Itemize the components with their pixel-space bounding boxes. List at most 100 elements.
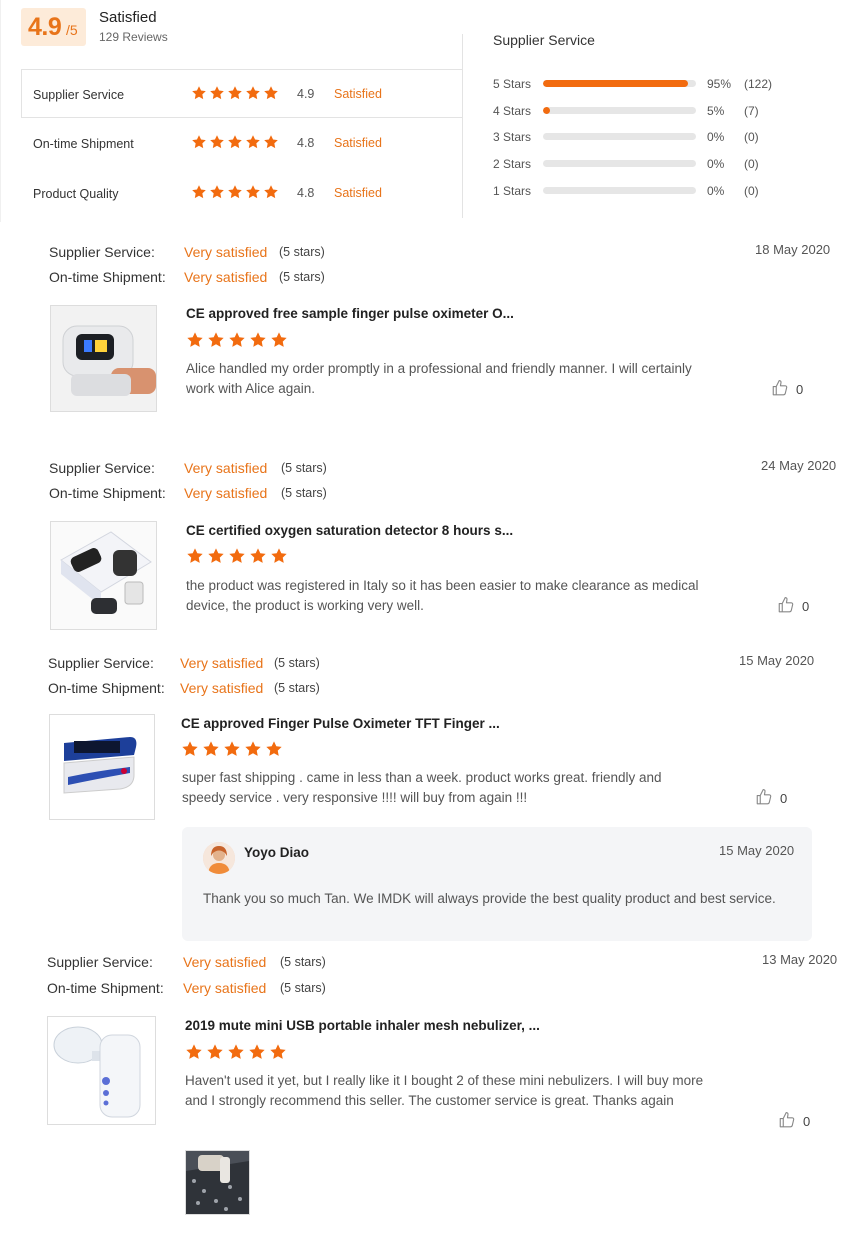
bar-label: 1 Stars [493, 184, 532, 198]
distribution-bar [543, 187, 696, 194]
product-title-link[interactable]: CE approved Finger Pulse Oximeter TFT Fi… [181, 716, 500, 731]
on-time-shipment-stars: (5 stars) [281, 486, 327, 500]
bar-label: 5 Stars [493, 77, 532, 91]
star-icon [223, 740, 241, 758]
product-title-link[interactable]: CE approved free sample finger pulse oxi… [186, 306, 514, 321]
review-stars [186, 547, 288, 565]
distribution-bar [543, 80, 696, 87]
rating-value: 4.8 [297, 186, 315, 200]
rating-value: 4.9 [297, 87, 315, 101]
like-button[interactable]: 0 [771, 379, 803, 400]
score-denominator: /5 [66, 22, 78, 38]
reply-author: Yoyo Diao [244, 845, 310, 860]
overall-score: 4.9 [28, 13, 62, 41]
supplier-service-rating: Very satisfied [180, 655, 264, 671]
review-stars [185, 1043, 287, 1061]
on-time-shipment-stars: (5 stars) [280, 981, 326, 995]
star-icon [270, 547, 288, 565]
like-button[interactable]: 0 [778, 1111, 810, 1132]
star-icon [265, 740, 283, 758]
product-thumbnail[interactable] [50, 521, 157, 630]
rating-status: Satisfied [334, 87, 382, 101]
avatar-image [203, 842, 235, 874]
star-icon [227, 184, 243, 200]
bar-percent: 0% [707, 184, 725, 198]
reply-date: 15 May 2020 [719, 843, 795, 858]
bar-count: (0) [744, 130, 759, 144]
bar-label: 3 Stars [493, 130, 532, 144]
rating-row-product-quality[interactable]: Product Quality [33, 185, 118, 203]
star-icon [191, 85, 207, 101]
product-title-link[interactable]: CE certified oxygen saturation detector … [186, 523, 513, 538]
star-icon [227, 134, 243, 150]
review-photo[interactable] [185, 1150, 250, 1215]
star-icon [191, 134, 207, 150]
star-icon [209, 184, 225, 200]
review-stars [181, 740, 283, 758]
star-icon [249, 331, 267, 349]
star-icon [209, 134, 225, 150]
supplier-service-stars: (5 stars) [281, 461, 327, 475]
oxygen-detector-image [51, 522, 156, 629]
distribution-bar [543, 160, 696, 167]
star-icon [186, 547, 204, 565]
product-title-link[interactable]: 2019 mute mini USB portable inhaler mesh… [185, 1018, 540, 1033]
thumbs-up-icon [755, 788, 773, 809]
star-icon [248, 1043, 266, 1061]
review-count[interactable]: 129 Reviews [99, 30, 168, 44]
divider [22, 69, 462, 70]
bar-percent: 0% [707, 157, 725, 171]
like-button[interactable]: 0 [777, 596, 809, 617]
divider [21, 69, 22, 118]
star-icon [202, 740, 220, 758]
rating-status: Satisfied [334, 186, 382, 200]
on-time-shipment-label: On-time Shipment: [49, 269, 166, 285]
star-icon [270, 331, 288, 349]
bar-count: (7) [744, 104, 759, 118]
supplier-service-rating: Very satisfied [184, 244, 268, 260]
finger-oximeter-image [50, 715, 154, 819]
bar-label: 4 Stars [493, 104, 532, 118]
distribution-title: Supplier Service [493, 32, 595, 48]
star-icon [245, 134, 261, 150]
rating-row-on-time-shipment[interactable]: On-time Shipment [33, 135, 134, 153]
star-icon [207, 331, 225, 349]
star-icon [249, 547, 267, 565]
bar-percent: 5% [707, 104, 725, 118]
rating-row-supplier-service[interactable]: Supplier Service [33, 86, 124, 104]
rating-label: Product Quality [33, 187, 119, 201]
bar-fill [543, 80, 689, 87]
star-icon [228, 547, 246, 565]
like-button[interactable]: 0 [755, 788, 787, 809]
overall-label: Satisfied [99, 9, 157, 26]
star-icon [191, 184, 207, 200]
product-thumbnail[interactable] [49, 714, 155, 820]
like-count: 0 [780, 791, 788, 806]
star-icon [207, 547, 225, 565]
bar-percent: 0% [707, 130, 725, 144]
star-icon [227, 1043, 245, 1061]
on-time-shipment-label: On-time Shipment: [48, 680, 165, 696]
star-icon [206, 1043, 224, 1061]
product-thumbnail[interactable] [47, 1016, 156, 1125]
on-time-shipment-rating: Very satisfied [183, 980, 267, 996]
nebulizer-image [48, 1017, 155, 1124]
star-icon [185, 1043, 203, 1061]
thumbs-up-icon [771, 379, 789, 400]
supplier-service-rating: Very satisfied [184, 460, 268, 476]
bar-fill [543, 107, 550, 114]
like-count: 0 [803, 1114, 811, 1129]
on-time-shipment-stars: (5 stars) [279, 270, 325, 284]
on-time-shipment-rating: Very satisfied [184, 269, 268, 285]
product-thumbnail[interactable] [50, 305, 157, 412]
supplier-service-label: Supplier Service: [48, 655, 154, 671]
review-date: 18 May 2020 [755, 242, 831, 257]
star-icon [245, 184, 261, 200]
avatar [203, 842, 235, 874]
rating-stars [191, 134, 279, 150]
rating-label: Supplier Service [33, 88, 125, 102]
star-icon [181, 740, 199, 758]
rating-stars [191, 85, 279, 101]
star-icon [245, 85, 261, 101]
review-text: Haven't used it yet, but I really like i… [185, 1073, 704, 1108]
